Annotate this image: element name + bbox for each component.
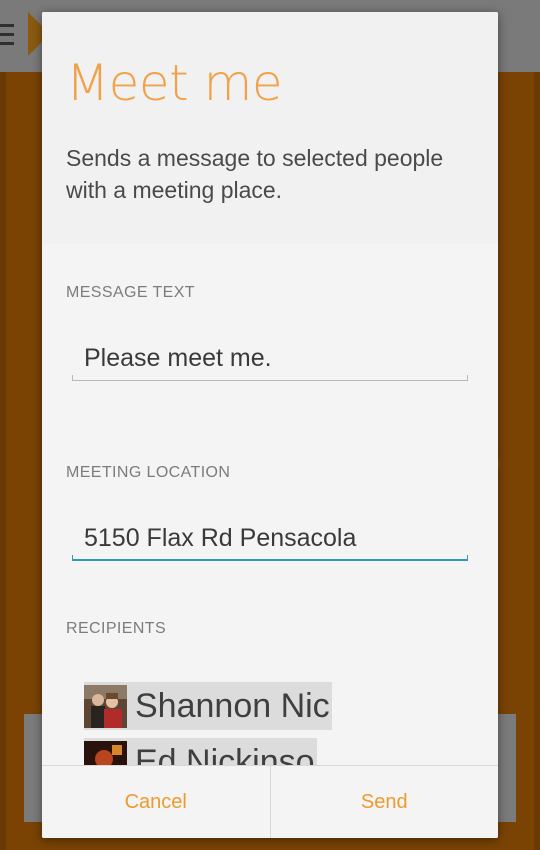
- meeting-location-input[interactable]: [72, 516, 468, 560]
- send-button[interactable]: Send: [269, 766, 499, 838]
- dialog-title: Meet me: [66, 54, 283, 112]
- menu-icon[interactable]: [0, 24, 14, 46]
- message-text-input[interactable]: [72, 336, 468, 380]
- dialog-button-bar: Cancel Send: [42, 765, 498, 838]
- dialog-description: Sends a message to selected people with …: [66, 145, 444, 203]
- message-text-label: MESSAGE TEXT: [66, 284, 195, 301]
- recipients-label: RECIPIENTS: [66, 620, 167, 637]
- meeting-location-label: MEETING LOCATION: [66, 464, 231, 481]
- recipient-chip[interactable]: Shannon Nic: [84, 682, 332, 730]
- dialog-header: Meet me Sends a message to selected peop…: [42, 12, 498, 244]
- cancel-button[interactable]: Cancel: [42, 766, 270, 838]
- message-text-underline: [72, 375, 468, 381]
- meet-me-dialog: Meet me Sends a message to selected peop…: [42, 12, 498, 838]
- dialog-scroll-area[interactable]: MESSAGE TEXT MEETING LOCATION RECIPIENTS…: [42, 244, 498, 766]
- recipient-name: Shannon Nic: [135, 686, 330, 725]
- meeting-location-underline: [72, 555, 468, 561]
- recipient-name: Ed Nickinso: [135, 742, 315, 767]
- recipient-avatar: [84, 684, 127, 728]
- recipient-avatar: [84, 740, 127, 766]
- recipient-chip[interactable]: Ed Nickinso: [84, 738, 317, 766]
